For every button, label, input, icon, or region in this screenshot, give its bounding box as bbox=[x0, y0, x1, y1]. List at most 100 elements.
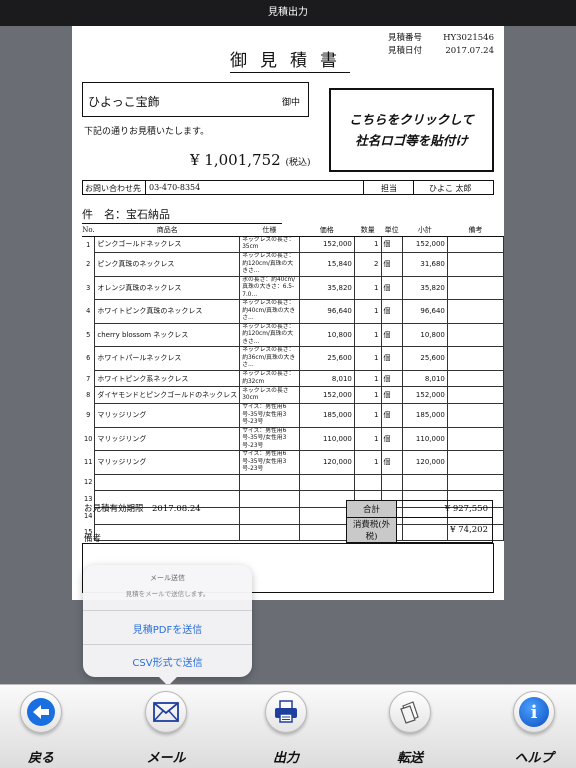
col-header-name: 商品名 bbox=[94, 225, 240, 237]
cell-spec: ネックレスの長さ：約40cm/真珠の大きさ… bbox=[239, 299, 300, 324]
totals-table: 合計 ¥ 927,550 消費税(外税) ¥ 74,202 bbox=[346, 500, 493, 543]
table-row[interactable]: 4 ホワイトピンク真珠のネックレス ネックレスの長さ：約40cm/真珠の大きさ… 96… bbox=[82, 299, 504, 324]
total-amount: ¥ 1,001,752 (税込) bbox=[190, 151, 310, 169]
col-header-unit: 単位 bbox=[381, 225, 403, 237]
mail-button[interactable]: メール bbox=[121, 685, 211, 768]
sum-label: 合計 bbox=[346, 500, 397, 518]
table-row[interactable]: 8 ダイヤモンドとピンクゴールドのネックレス ネックレスの長さ30cm 152,000… bbox=[82, 386, 504, 405]
cell-no: 11 bbox=[84, 458, 93, 467]
bottom-toolbar: 戻る メール 出力 転送 i ヘルプ bbox=[0, 684, 576, 768]
cell-qty: 1 bbox=[353, 450, 382, 475]
items-table: No. 商品名 仕様 価格 数量 単位 小計 備考 1 ピンクゴールドネックレスネ… bbox=[82, 225, 504, 542]
cell-no: 7 bbox=[86, 374, 91, 383]
validity-date: お見積有効期限 2017.08.24 bbox=[84, 504, 201, 514]
cell-name: ホワイトパールネックレス bbox=[94, 346, 241, 371]
cell-name: マリッジリング bbox=[94, 450, 241, 475]
cell-note bbox=[446, 322, 504, 348]
output-button[interactable]: 出力 bbox=[241, 685, 331, 768]
cell-name: ピンクゴールドネックレス bbox=[94, 235, 241, 254]
cell-qty: 1 bbox=[353, 299, 382, 324]
cell-qty: 1 bbox=[353, 346, 382, 371]
cell-spec: 氷の長さ：約40cm/真珠の大きさ：6.5-7.0… bbox=[239, 275, 300, 301]
cell-qty: 1 bbox=[353, 322, 382, 348]
table-row[interactable]: 12 bbox=[82, 473, 504, 492]
cell-subtotal: 185,000 bbox=[401, 403, 448, 428]
cell-price: 110,000 bbox=[298, 426, 355, 452]
tax-row: 消費税(外税) ¥ 74,202 bbox=[346, 517, 493, 543]
cell-price: 152,000 bbox=[298, 235, 355, 254]
cell-price: 15,840 bbox=[298, 252, 355, 277]
cell-qty: 2 bbox=[353, 252, 382, 277]
help-button[interactable]: i ヘルプ bbox=[489, 685, 576, 768]
table-row[interactable]: 11 マリッジリング サイズ：男性用6号-35号/女性用3号-23号 120,000 1… bbox=[82, 450, 504, 475]
logo-placeholder-line2: 社名ロゴ等を貼付け bbox=[355, 133, 468, 148]
cell-note bbox=[446, 450, 504, 475]
cell-name bbox=[94, 523, 241, 542]
contact-phone: 03-470-8354 bbox=[149, 183, 201, 192]
cell-note bbox=[446, 473, 504, 492]
table-row[interactable]: 1 ピンクゴールドネックレス ネックレスの長さ：35cm 152,000 1 個 152,0… bbox=[82, 235, 504, 254]
cell-price: 35,820 bbox=[298, 275, 355, 301]
cell-price: 185,000 bbox=[298, 403, 355, 428]
client-name: ひよっこ宝飾 bbox=[88, 95, 160, 109]
cell-no: 2 bbox=[86, 260, 91, 269]
cell-name: ピンク真珠のネックレス bbox=[94, 252, 241, 277]
cell-note bbox=[446, 369, 504, 388]
table-row[interactable]: 2 ピンク真珠のネックレス ネックレスの長さ：約120cm/真珠の大きさ… 15,84… bbox=[82, 252, 504, 277]
table-row[interactable]: 9 マリッジリング サイズ：男性用6号-35号/女性用3号-23号 185,000 1 個… bbox=[82, 403, 504, 428]
subject-line: 件 名：宝石納品 bbox=[82, 206, 282, 224]
cell-price: 120,000 bbox=[298, 450, 355, 475]
cell-note bbox=[446, 346, 504, 371]
cell-price: 152,000 bbox=[298, 386, 355, 405]
cell-spec: サイズ：男性用6号-35号/女性用3号-23号 bbox=[239, 403, 300, 428]
table-row[interactable]: 3 オレンジ真珠のネックレス 氷の長さ：約40cm/真珠の大きさ：6.5-7.0… 3… bbox=[82, 275, 504, 301]
cell-name: ダイヤモンドとピンクゴールドのネックレス bbox=[94, 386, 241, 405]
cell-subtotal: 110,000 bbox=[401, 426, 448, 452]
cell-no: 10 bbox=[84, 434, 93, 443]
document-title: 御見積書 bbox=[230, 46, 350, 73]
cell-price: 96,640 bbox=[298, 299, 355, 324]
cell-no: 3 bbox=[86, 283, 91, 292]
cell-no: 6 bbox=[86, 354, 91, 363]
back-button[interactable]: 戻る bbox=[0, 685, 86, 768]
send-pdf-option[interactable]: 見積PDFを送信 bbox=[83, 621, 252, 636]
mail-label: メール bbox=[146, 751, 186, 766]
cell-name bbox=[94, 473, 241, 492]
send-csv-option[interactable]: CSV形式で送信 bbox=[83, 654, 252, 669]
cell-subtotal: 10,800 bbox=[401, 322, 448, 348]
logo-placeholder-button[interactable]: こちらをクリックして 社名ロゴ等を貼付け bbox=[329, 88, 494, 172]
cell-spec: ネックレスの長さ30cm bbox=[239, 386, 300, 405]
tax-label: 消費税(外税) bbox=[346, 517, 397, 543]
cell-subtotal: 8,010 bbox=[401, 369, 448, 388]
cell-spec bbox=[239, 523, 300, 542]
popover-title: メール送信 bbox=[150, 574, 185, 582]
cell-qty: 1 bbox=[353, 403, 382, 428]
cell-spec: ネックレスの長さ：約120cm/真珠の大きさ… bbox=[239, 322, 300, 348]
table-row[interactable]: 7 ホワイトピンク系ネックレス ネックレスの長さ：約32cm 8,010 1 個 8,010 bbox=[82, 369, 504, 388]
cell-unit: 個 bbox=[380, 235, 403, 254]
cell-qty: 1 bbox=[353, 369, 382, 388]
col-header-qty: 数量 bbox=[354, 225, 382, 237]
table-row[interactable]: 10 マリッジリング サイズ：男性用6号-35号/女性用3号-23号 110,000 1… bbox=[82, 426, 504, 452]
table-row[interactable]: 6 ホワイトパールネックレス ネックレスの長さ：約36cm/真珠の大きさ… 25,60… bbox=[82, 346, 504, 371]
person-label: 担当 bbox=[381, 184, 397, 193]
cell-qty bbox=[353, 473, 382, 492]
cell-unit: 個 bbox=[380, 386, 403, 405]
cell-price: 25,600 bbox=[298, 346, 355, 371]
envelope-icon bbox=[145, 691, 187, 733]
col-header-price: 価格 bbox=[299, 225, 355, 237]
logo-placeholder-line1: こちらをクリックして bbox=[349, 112, 474, 127]
cell-subtotal: 31,680 bbox=[401, 252, 448, 277]
tax-included-note: (税込) bbox=[285, 158, 311, 168]
cell-unit: 個 bbox=[380, 299, 403, 324]
forward-button[interactable]: 転送 bbox=[365, 685, 455, 768]
cell-subtotal: 152,000 bbox=[401, 235, 448, 254]
col-header-no: No. bbox=[82, 225, 95, 237]
mail-send-popover: メール送信 見積をメールで送信します。 見積PDFを送信 CSV形式で送信 bbox=[83, 565, 252, 686]
table-row[interactable]: 5 cherry blossom ネックレス ネックレスの長さ：約120cm/真珠の… bbox=[82, 322, 504, 348]
cell-no: 8 bbox=[86, 391, 91, 400]
cell-note bbox=[446, 275, 504, 301]
cell-unit: 個 bbox=[380, 450, 403, 475]
client-box[interactable]: ひよっこ宝飾 御中 bbox=[82, 82, 309, 117]
cell-no: 4 bbox=[86, 307, 91, 316]
